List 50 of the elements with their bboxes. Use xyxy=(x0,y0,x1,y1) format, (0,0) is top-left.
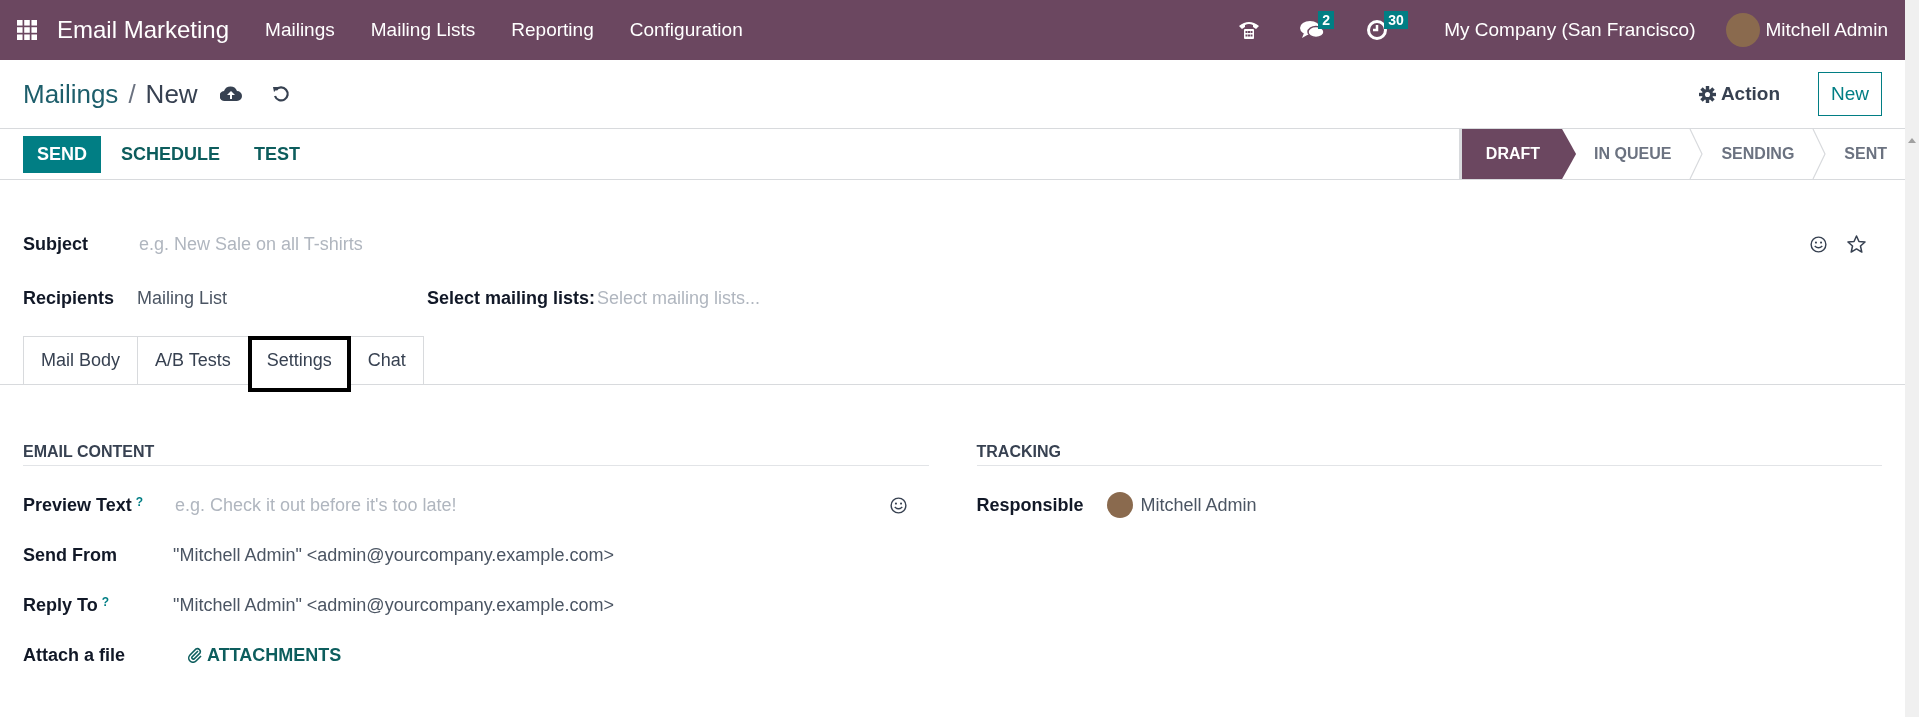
gear-icon xyxy=(1698,85,1716,103)
phone-icon[interactable] xyxy=(1238,20,1261,40)
tab[interactable]: Mail Body xyxy=(23,336,139,385)
field-label: Send From xyxy=(23,544,117,566)
email-address-value: "Mitchell Admin" <admin@yourcompany.example.com> xyxy=(173,544,614,566)
section-title: TRACKING xyxy=(976,443,1882,466)
apps-grid-icon[interactable] xyxy=(17,20,37,40)
status-stage[interactable]: DRAFT xyxy=(1458,129,1577,179)
breadcrumb-current: New xyxy=(145,78,198,110)
breadcrumb-link[interactable]: Mailings xyxy=(23,78,119,110)
recipients-select[interactable]: Mailing List xyxy=(137,287,427,309)
help-tooltip[interactable]: ? xyxy=(101,594,109,609)
mailing-lists-field[interactable]: Select mailing lists... xyxy=(595,286,960,310)
field-label: Attach a file xyxy=(23,644,126,666)
field-label: Recipients xyxy=(23,287,116,309)
section-title: EMAIL CONTENT xyxy=(23,443,929,466)
menu-item[interactable]: Mailings xyxy=(265,19,335,41)
app-name[interactable]: Email Marketing xyxy=(57,16,230,44)
star-icon[interactable] xyxy=(1847,235,1866,253)
emoji-icon[interactable] xyxy=(1810,235,1827,253)
responsible-user[interactable]: Mitchell Admin xyxy=(1140,494,1257,516)
email-address-value: "Mitchell Admin" <admin@yourcompany.example.com> xyxy=(173,594,614,616)
menu-item[interactable]: Mailing Lists xyxy=(370,19,476,41)
field-label: Subject xyxy=(23,233,89,255)
field-label: Select mailing lists: xyxy=(427,287,596,309)
emoji-icon[interactable] xyxy=(889,496,907,514)
field-label: Responsible xyxy=(976,494,1084,516)
action-button[interactable]: SEND xyxy=(23,135,101,173)
undo-icon[interactable] xyxy=(271,85,290,103)
message-count-badge: 2 xyxy=(1318,11,1334,29)
field-label: Preview Text xyxy=(23,494,132,516)
paperclip-icon xyxy=(187,647,203,663)
company-switcher[interactable]: My Company (San Francisco) xyxy=(1444,19,1696,41)
breadcrumb-separator: / xyxy=(128,78,136,110)
menu-item[interactable]: Reporting xyxy=(511,19,594,41)
new-button[interactable]: New xyxy=(1818,72,1882,116)
preview-text-field[interactable]: e.g. Check it out before it's too late! xyxy=(173,493,890,517)
tab[interactable]: Chat xyxy=(349,336,424,385)
user-name[interactable]: Mitchell Admin xyxy=(1765,19,1888,41)
subject-field[interactable]: e.g. New Sale on all T-shirts xyxy=(137,232,1810,256)
activity-count-badge: 30 xyxy=(1384,11,1408,29)
user-avatar xyxy=(1106,492,1133,518)
action-menu[interactable]: Action xyxy=(1698,83,1780,105)
tab[interactable]: Settings xyxy=(247,336,351,392)
field-label: Reply To xyxy=(23,594,98,616)
menu-item[interactable]: Configuration xyxy=(629,19,743,41)
help-tooltip[interactable]: ? xyxy=(135,494,144,509)
clock-icon[interactable] xyxy=(1366,19,1389,41)
cloud-upload-icon[interactable] xyxy=(219,86,242,102)
attachments-button[interactable]: ATTACHMENTS xyxy=(187,644,342,666)
